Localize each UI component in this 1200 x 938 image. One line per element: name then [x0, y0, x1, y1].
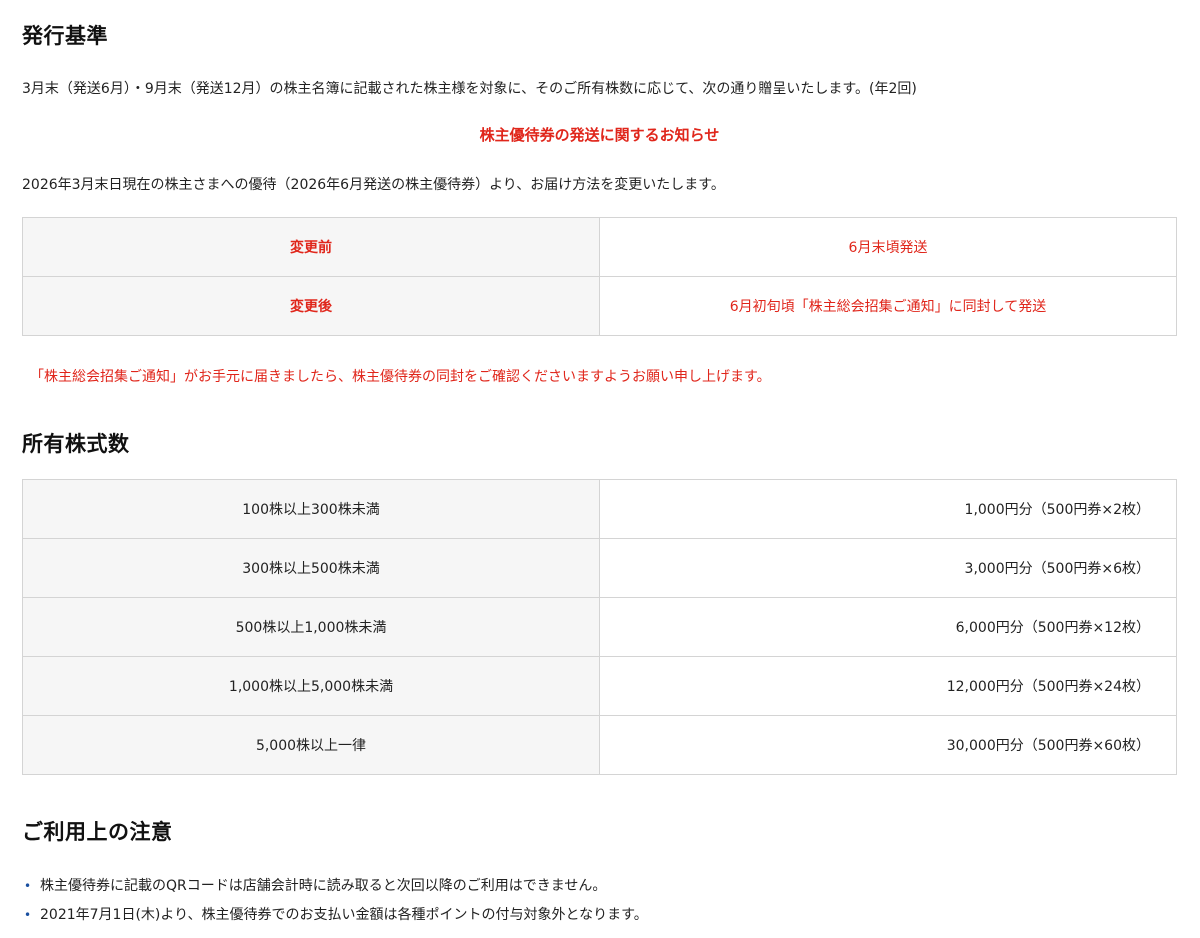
table-row: 1,000株以上5,000株未満 12,000円分（500円券×24枚） [22, 656, 1177, 716]
shares-heading: 所有株式数 [22, 432, 130, 456]
bullet-icon: • [24, 879, 32, 893]
list-item: • 株主優待券に記載のQRコードは店舗会計時に読み取ると次回以降のご利用はできませ… [22, 872, 648, 901]
benefit-value: 3,000円分（500円券×6枚） [599, 538, 1177, 598]
table-row: 変更前 6月末頃発送 [22, 217, 1177, 277]
table-row: 5,000株以上一律 30,000円分（500円券×60枚） [22, 715, 1177, 775]
usage-note-text: 2021年7月1日(木)より、株主優待券でのお支払い金額は各種ポイントの付与対象… [40, 907, 648, 923]
notice-note: 「株主総会招集ご通知」がお手元に届きましたら、株主優待券の同封をご確認くださいま… [30, 369, 771, 385]
shares-table: 100株以上300株未満 1,000円分（500円券×2枚） 300株以上500… [22, 479, 1177, 775]
share-range: 100株以上300株未満 [22, 479, 600, 539]
before-value: 6月末頃発送 [599, 217, 1177, 277]
notice-intro: 2026年3月末日現在の株主さまへの優待（2026年6月発送の株主優待券）より、… [22, 177, 725, 193]
table-row: 300株以上500株未満 3,000円分（500円券×6枚） [22, 538, 1177, 598]
share-range: 5,000株以上一律 [22, 715, 600, 775]
usage-notes-list: • 株主優待券に記載のQRコードは店舗会計時に読み取ると次回以降のご利用はできませ… [22, 872, 648, 930]
benefit-value: 1,000円分（500円券×2枚） [599, 479, 1177, 539]
share-range: 1,000株以上5,000株未満 [22, 656, 600, 716]
delivery-change-table: 変更前 6月末頃発送 変更後 6月初旬頃「株主総会招集ご通知」に同封して発送 [22, 217, 1177, 336]
table-row: 変更後 6月初旬頃「株主総会招集ご通知」に同封して発送 [22, 276, 1177, 336]
benefit-value: 30,000円分（500円券×60枚） [599, 715, 1177, 775]
list-item: • 2021年7月1日(木)より、株主優待券でのお支払い金額は各種ポイントの付与対… [22, 901, 648, 930]
table-row: 100株以上300株未満 1,000円分（500円券×2枚） [22, 479, 1177, 539]
usage-notes-heading: ご利用上の注意 [22, 820, 173, 844]
notice-title: 株主優待券の発送に関するお知らせ [479, 126, 720, 144]
after-value: 6月初旬頃「株主総会招集ご通知」に同封して発送 [599, 276, 1177, 336]
share-range: 300株以上500株未満 [22, 538, 600, 598]
before-label: 変更前 [22, 217, 600, 277]
issue-criteria-text: 3月末（発送6月）・9月末（発送12月）の株主名簿に記載された株主様を対象に、そ… [22, 81, 917, 97]
usage-note-text: 株主優待券に記載のQRコードは店舗会計時に読み取ると次回以降のご利用はできません… [40, 878, 607, 894]
issue-criteria-heading: 発行基準 [22, 24, 108, 48]
table-row: 500株以上1,000株未満 6,000円分（500円券×12枚） [22, 597, 1177, 657]
benefit-value: 6,000円分（500円券×12枚） [599, 597, 1177, 657]
bullet-icon: • [24, 908, 32, 922]
after-label: 変更後 [22, 276, 600, 336]
benefit-value: 12,000円分（500円券×24枚） [599, 656, 1177, 716]
share-range: 500株以上1,000株未満 [22, 597, 600, 657]
